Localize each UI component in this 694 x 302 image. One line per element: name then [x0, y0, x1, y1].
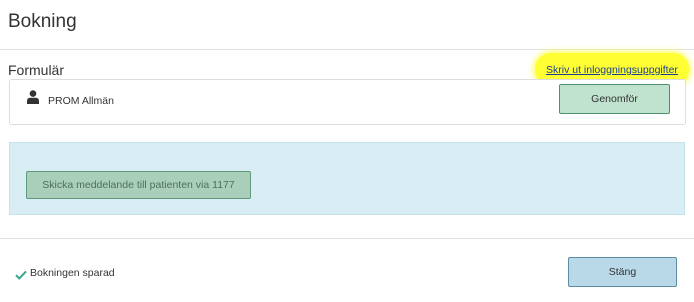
status-message: Bokningen sparad — [30, 267, 115, 279]
page-title: Bokning — [8, 11, 77, 32]
user-icon — [27, 90, 39, 104]
close-button[interactable]: Stäng — [568, 257, 677, 287]
forms-section-label: Formulär — [8, 62, 65, 78]
header-divider — [0, 49, 694, 50]
complete-form-button[interactable]: Genomför — [559, 84, 670, 114]
print-login-details-link[interactable]: Skriv ut inloggningsuppgifter — [546, 64, 678, 76]
footer-divider — [0, 238, 694, 239]
form-list-item: PROM Allmän Genomför — [9, 79, 686, 125]
send-message-button[interactable]: Skicka meddelande till patienten via 117… — [26, 171, 251, 199]
booking-dialog: Bokning Formulär Skriv ut inloggningsupp… — [0, 0, 694, 302]
form-name: PROM Allmän — [48, 95, 114, 107]
checkmark-icon — [15, 267, 27, 280]
notification-panel: Skicka meddelande till patienten via 117… — [9, 142, 685, 215]
